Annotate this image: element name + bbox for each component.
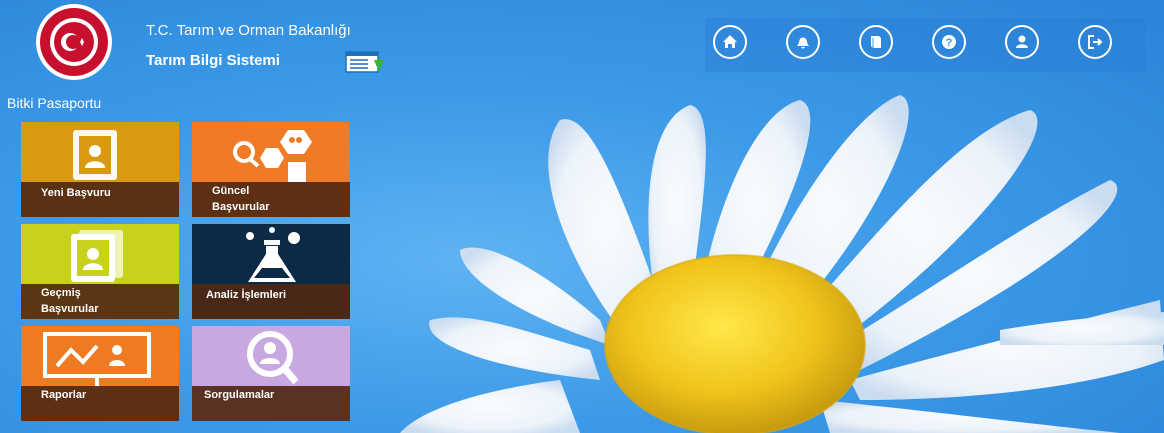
question-icon: ? <box>942 35 956 49</box>
home-icon <box>723 35 737 48</box>
svg-text:?: ? <box>946 37 953 49</box>
ministry-name: T.C. Tarım ve Orman Bakanlığı <box>146 22 351 39</box>
user-icon <box>1016 35 1028 48</box>
tile-label: Güncel Başvurular <box>212 185 270 213</box>
system-name: Tarım Bilgi Sistemi <box>146 52 280 69</box>
system-menu-icon[interactable] <box>344 50 386 74</box>
logout-icon <box>1088 35 1103 49</box>
flask-icon <box>246 227 300 282</box>
home-button[interactable] <box>713 25 747 59</box>
page: T.C. Tarım ve Orman Bakanlığı Tarım Bilg… <box>0 0 1164 433</box>
ministry-logo <box>36 4 112 80</box>
tile-gecmis-basvurular[interactable]: Geçmiş Başvurular <box>21 224 179 319</box>
search-users-documents-icon <box>233 130 312 182</box>
applicant-card-icon <box>73 130 117 180</box>
applicant-card-stack-icon <box>71 230 123 282</box>
book-icon <box>871 36 881 48</box>
help-button[interactable]: ? <box>932 25 966 59</box>
profile-button[interactable] <box>1005 25 1039 59</box>
bell-icon <box>797 37 809 49</box>
search-user-icon <box>247 331 299 385</box>
report-chart-icon <box>43 332 151 388</box>
tile-label: Geçmiş Başvurular <box>41 287 99 315</box>
tile-yeni-basvuru[interactable]: Yeni Başvuru <box>21 122 179 217</box>
tile-sorgulamalar[interactable]: Sorgulamalar <box>192 326 350 421</box>
top-toolbar: ? <box>705 18 1145 72</box>
section-title: Bitki Pasaportu <box>7 95 102 111</box>
tile-guncel-basvurular[interactable]: Güncel Başvurular <box>192 122 350 217</box>
notifications-button[interactable] <box>786 25 820 59</box>
tile-label: Raporlar <box>41 389 87 401</box>
tile-raporlar[interactable]: Raporlar <box>21 326 179 421</box>
logout-button[interactable] <box>1078 25 1112 59</box>
tile-analiz-islemleri[interactable]: Analiz İşlemleri <box>192 224 350 319</box>
tile-label: Sorgulamalar <box>204 389 275 401</box>
manual-button[interactable] <box>859 25 893 59</box>
tile-label: Yeni Başvuru <box>41 187 111 199</box>
tile-label: Analiz İşlemleri <box>206 289 287 301</box>
